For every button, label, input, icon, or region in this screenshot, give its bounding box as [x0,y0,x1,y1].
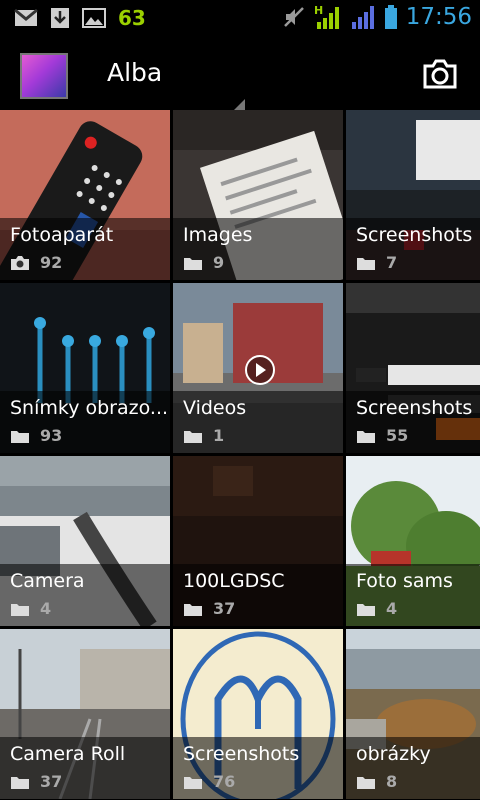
status-left: 63 [14,6,146,30]
album-count: 92 [40,253,63,272]
album-tile[interactable]: Snímky obrazo... 93 [0,283,170,453]
album-tile[interactable]: obrázky 8 [346,629,480,799]
album-meta: 37 [10,772,62,791]
album-count: 4 [40,599,52,618]
folder-icon [11,776,29,789]
album-meta: 37 [183,599,235,618]
album-count: 37 [40,772,63,791]
album-grid: Fotoaparát 92 Images 9 Screenshots 7 Sní… [0,110,480,800]
album-meta: 92 [10,253,62,272]
album-name: 100LGDSC [183,570,285,592]
album-tile[interactable]: Fotoaparát 92 [0,110,170,280]
folder-icon [184,257,202,270]
album-count: 93 [40,426,63,445]
camera-icon[interactable] [422,56,458,92]
folder-icon [11,603,29,616]
status-right: H 17:56 [282,4,472,30]
action-bar: Alba [0,38,480,115]
album-meta: 8 [356,772,397,791]
network-type-label: H [314,4,323,17]
album-meta: 7 [356,253,397,272]
mute-icon [283,7,304,27]
album-count: 1 [213,426,225,445]
gallery-app-icon[interactable] [20,53,68,99]
folder-icon [184,430,202,443]
page-title[interactable]: Alba [107,58,162,87]
album-count: 55 [386,426,409,445]
album-meta: 93 [10,426,62,445]
album-count: 76 [213,772,236,791]
play-icon[interactable] [245,355,275,385]
battery-icon [384,5,397,29]
album-tile[interactable]: Foto sams 4 [346,456,480,626]
album-tile[interactable]: Screenshots 76 [173,629,343,799]
album-count: 37 [213,599,236,618]
download-icon [51,8,69,28]
signal-icon-2 [351,6,374,29]
album-name: Camera [10,570,85,592]
folder-icon [357,257,375,270]
album-tile[interactable]: Screenshots 7 [346,110,480,280]
album-count: 9 [213,253,225,272]
album-tile[interactable]: Camera Roll 37 [0,629,170,799]
folder-icon [357,603,375,616]
album-meta: 55 [356,426,408,445]
album-name: Snímky obrazo... [10,397,169,419]
folder-icon [357,776,375,789]
album-meta: 9 [183,253,224,272]
album-meta: 4 [10,599,51,618]
album-meta: 4 [356,599,397,618]
album-name: Screenshots [356,224,473,246]
image-icon [82,8,106,28]
folder-icon [184,776,202,789]
album-name: obrázky [356,743,431,765]
album-count: 8 [386,772,398,791]
notification-count: 63 [118,6,146,30]
album-meta: 1 [183,426,224,445]
album-name: Screenshots [356,397,473,419]
album-tile[interactable]: Screenshots 55 [346,283,480,453]
clock: 17:56 [405,4,472,30]
gmail-icon [14,8,38,26]
camera-icon [11,255,29,270]
album-tile[interactable]: Videos 1 [173,283,343,453]
album-name: Camera Roll [10,743,126,765]
signal-icon: H [314,4,339,29]
folder-icon [357,430,375,443]
album-tile[interactable]: Camera 4 [0,456,170,626]
album-meta: 76 [183,772,235,791]
album-name: Images [183,224,253,246]
album-name: Fotoaparát [10,224,114,246]
album-tile[interactable]: 100LGDSC 37 [173,456,343,626]
status-bar: 63 H 17:56 [0,0,480,38]
album-name: Screenshots [183,743,300,765]
folder-icon [11,430,29,443]
album-name: Foto sams [356,570,453,592]
album-tile[interactable]: Images 9 [173,110,343,280]
album-name: Videos [183,397,247,419]
album-count: 4 [386,599,398,618]
album-count: 7 [386,253,398,272]
folder-icon [184,603,202,616]
